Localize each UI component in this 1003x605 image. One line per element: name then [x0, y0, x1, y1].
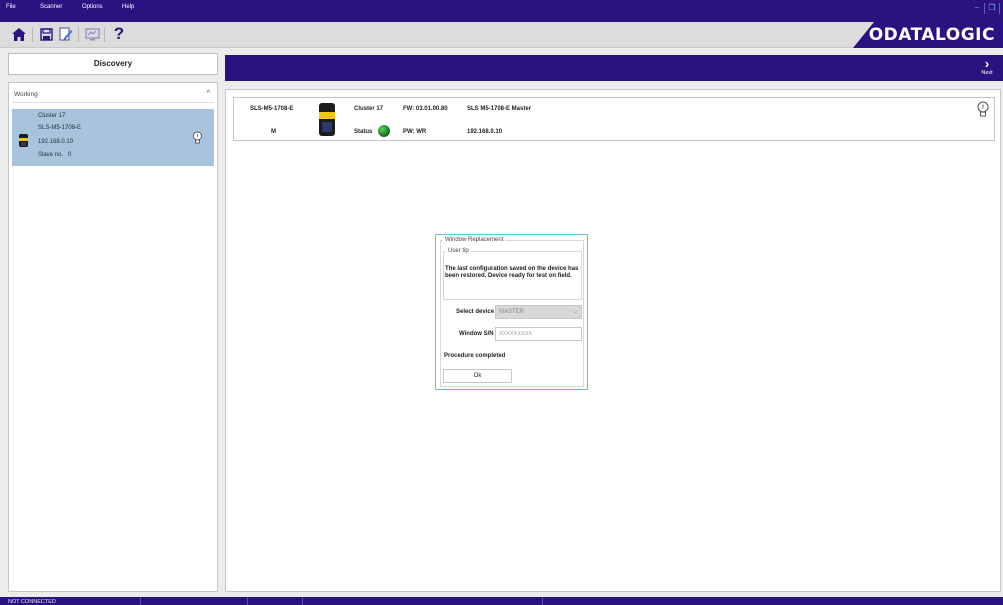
- save-icon[interactable]: [38, 26, 54, 42]
- menu-help[interactable]: Help: [122, 4, 134, 10]
- working-group-label: Working: [14, 91, 38, 98]
- datalogic-logo: ODATALOGIC: [868, 25, 995, 45]
- next-label: Next: [981, 70, 993, 76]
- lightbulb-icon[interactable]: [976, 101, 990, 117]
- toolbar-divider: [104, 27, 105, 42]
- device-row[interactable]: SLS-M5-1708-E M Cluster 17 Status FW: 03…: [233, 97, 995, 141]
- chevron-up-icon[interactable]: ^: [207, 90, 210, 97]
- lightbulb-icon[interactable]: [192, 131, 203, 144]
- chevron-right-icon: ›: [984, 56, 990, 71]
- restore-button[interactable]: ❐: [986, 3, 998, 14]
- toolbar-divider: [78, 27, 79, 42]
- device-list-panel: Working ^ Cluster 17 SLS-M5-1708-E 192.1…: [8, 82, 218, 592]
- menu-file[interactable]: File: [6, 4, 16, 10]
- select-device-label: Select device: [456, 309, 495, 315]
- menu-options[interactable]: Options: [82, 4, 103, 10]
- device-cluster: Cluster 17: [38, 113, 66, 119]
- header-strip: › Next: [225, 55, 1003, 81]
- minimize-button[interactable]: –: [971, 3, 983, 14]
- status-divider: [140, 597, 141, 605]
- next-button[interactable]: › Next: [977, 56, 997, 76]
- user-tip-legend: User tip: [448, 248, 469, 254]
- window-control-divider: [999, 3, 1000, 14]
- dialog-title: Window Replacement: [445, 237, 504, 243]
- select-device-dropdown[interactable]: MASTER ⌄: [495, 305, 582, 319]
- status-divider: [247, 597, 248, 605]
- menu-bar: File Scanner Options Help – ❐: [0, 0, 1003, 22]
- row-name: SLS M5-1708-E Master: [467, 106, 532, 112]
- toolbar: ?: [0, 22, 1003, 48]
- connection-status: NOT CONNECTED: [8, 599, 56, 605]
- scanner-device-icon: [319, 103, 335, 136]
- row-cluster: Cluster 17: [354, 106, 384, 112]
- row-status-label: Status: [354, 129, 373, 135]
- discovery-button[interactable]: Discovery: [8, 53, 218, 75]
- main-panel: SLS-M5-1708-E M Cluster 17 Status FW: 03…: [225, 89, 1001, 592]
- status-bar: NOT CONNECTED: [0, 597, 1003, 605]
- home-icon[interactable]: [11, 26, 27, 42]
- procedure-status: Procedure completed: [444, 353, 506, 359]
- monitor-icon[interactable]: [84, 26, 100, 42]
- status-indicator: [378, 125, 390, 137]
- status-divider: [542, 597, 543, 605]
- row-role: M: [271, 129, 276, 135]
- help-icon[interactable]: ?: [111, 25, 127, 42]
- row-model: SLS-M5-1708-E: [250, 106, 294, 112]
- chevron-down-icon: ⌄: [572, 309, 578, 315]
- window-replacement-dialog: Window Replacement User tip The last con…: [435, 234, 588, 390]
- device-card[interactable]: Cluster 17 SLS-M5-1708-E 192.168.0.10 Sl…: [12, 109, 214, 166]
- device-ip: 192.168.0.10: [38, 139, 74, 145]
- row-ip: 192.168.0.10: [467, 129, 503, 135]
- window-sn-label: Window S/N: [459, 331, 494, 337]
- menu-scanner[interactable]: Scanner: [40, 4, 62, 10]
- device-slave-no: Slave no. 0: [38, 152, 72, 158]
- working-group-header[interactable]: Working ^: [12, 86, 214, 103]
- status-divider: [302, 597, 303, 605]
- device-model: SLS-M5-1708-E: [38, 125, 82, 131]
- user-tip-text: The last configuration saved on the devi…: [445, 266, 579, 279]
- row-firmware: FW: 03.01.00.80: [403, 106, 448, 112]
- select-device-value: MASTER: [499, 309, 525, 315]
- row-pw: PW: WR: [403, 129, 427, 135]
- window-control-divider: [984, 3, 985, 14]
- toolbar-divider: [32, 27, 33, 42]
- window-sn-input[interactable]: XXXXXXXXX: [495, 327, 582, 341]
- edit-doc-icon[interactable]: [58, 26, 74, 42]
- scanner-device-icon: [19, 134, 28, 147]
- ok-button[interactable]: Ok: [443, 369, 512, 383]
